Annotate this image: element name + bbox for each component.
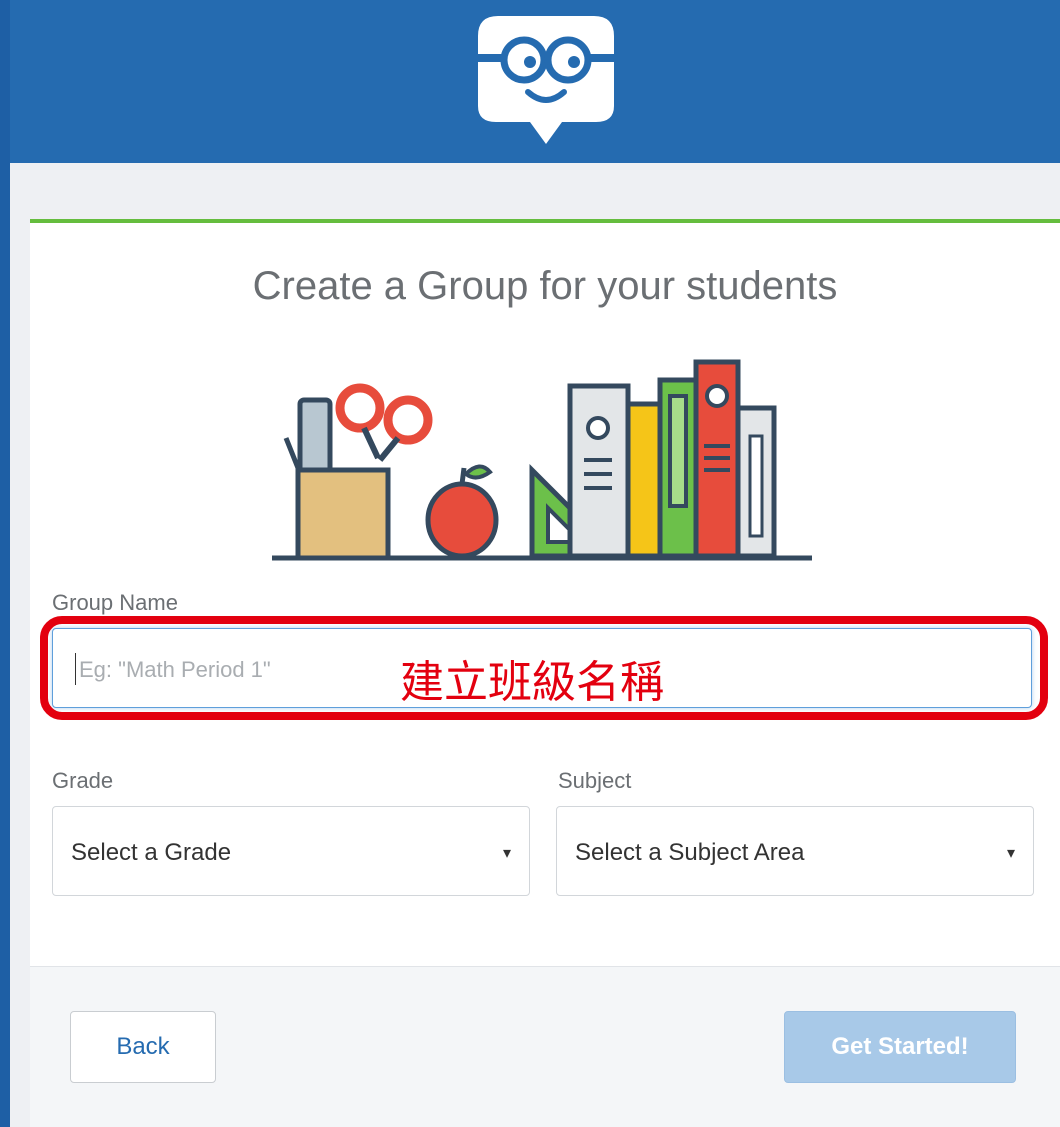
group-name-label: Group Name: [52, 590, 178, 615]
grade-label: Grade: [52, 768, 114, 793]
edmodo-logo-icon: [478, 16, 614, 144]
page-title: Create a Group for your students: [252, 264, 838, 308]
header-spacer: [10, 163, 1060, 220]
subject-select[interactable]: Select a Subject Area ▾: [556, 806, 1034, 896]
get-started-button[interactable]: Get Started!: [784, 1011, 1016, 1083]
back-button[interactable]: Back: [70, 1011, 216, 1083]
chevron-down-icon: ▾: [502, 845, 511, 862]
chevron-down-icon: ▾: [1006, 845, 1015, 862]
school-supplies-illustration-icon: [272, 359, 812, 561]
grade-select-value: Select a Grade: [71, 839, 232, 866]
annotation-text: 建立班級名稱: [400, 657, 664, 708]
subject-label: Subject: [558, 768, 632, 793]
grade-select[interactable]: Select a Grade ▾: [52, 806, 530, 896]
window-left-border: [0, 0, 10, 1127]
subject-select-value: Select a Subject Area: [575, 839, 805, 866]
